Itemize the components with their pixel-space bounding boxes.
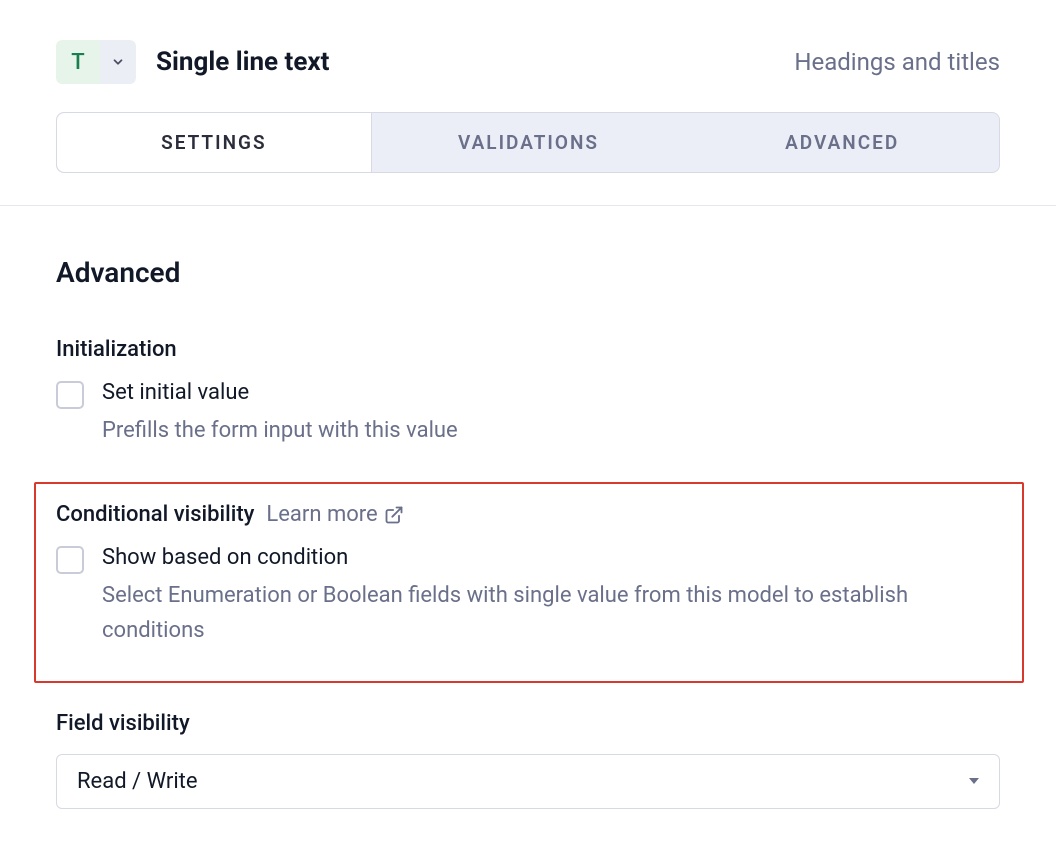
triangle-down-icon: [969, 778, 979, 784]
context-label: Headings and titles: [794, 48, 1000, 76]
tab-advanced[interactable]: ADVANCED: [685, 113, 999, 172]
show-based-on-condition-desc: Select Enumeration or Boolean fields wit…: [102, 578, 1002, 648]
tab-validations[interactable]: VALIDATIONS: [372, 113, 686, 172]
section-title: Advanced: [56, 256, 1000, 289]
field-visibility-select[interactable]: Read / Write: [56, 754, 1000, 809]
conditional-visibility-label: Conditional visibility: [56, 502, 254, 527]
field-visibility-label: Field visibility: [56, 711, 1000, 736]
field-type-title: Single line text: [156, 47, 329, 77]
set-initial-value-checkbox[interactable]: [56, 381, 84, 409]
conditional-visibility-section: Conditional visibility Learn more Show b…: [34, 482, 1024, 682]
field-visibility-value: Read / Write: [77, 769, 198, 794]
learn-more-text: Learn more: [266, 502, 377, 527]
external-link-icon: [384, 505, 404, 525]
show-based-on-condition-checkbox[interactable]: [56, 546, 84, 574]
text-field-type-icon: T: [56, 40, 100, 84]
set-initial-value-desc: Prefills the form input with this value: [102, 413, 1000, 448]
initialization-label: Initialization: [56, 337, 1000, 362]
chevron-down-icon: [100, 40, 136, 84]
tab-settings[interactable]: SETTINGS: [57, 113, 372, 172]
learn-more-link[interactable]: Learn more: [266, 502, 403, 527]
show-based-on-condition-label: Show based on condition: [102, 545, 1002, 570]
field-type-selector[interactable]: T: [56, 40, 136, 84]
set-initial-value-label: Set initial value: [102, 380, 1000, 405]
tab-bar: SETTINGS VALIDATIONS ADVANCED: [56, 112, 1000, 173]
